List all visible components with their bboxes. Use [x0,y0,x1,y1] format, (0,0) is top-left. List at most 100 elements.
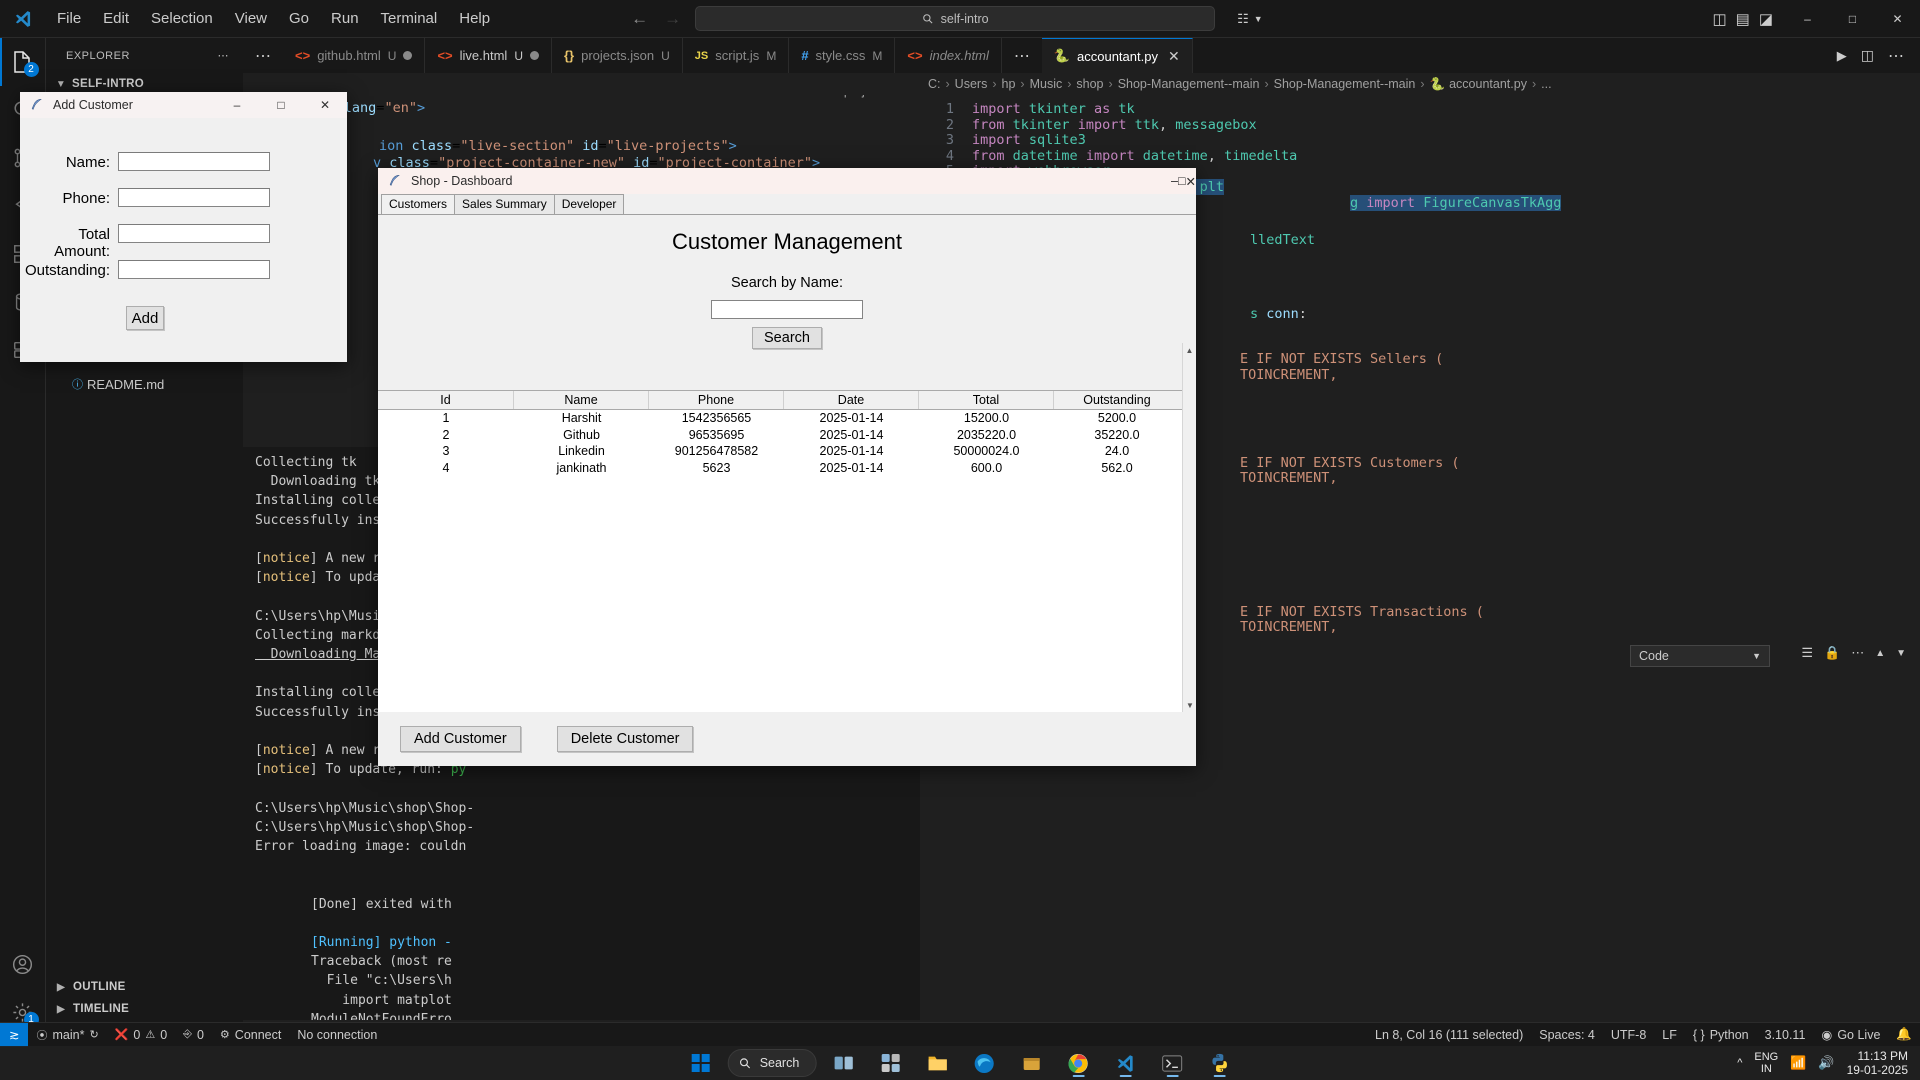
taskbar-clock[interactable]: 11:13 PM 19-01-2025 [1847,1049,1908,1077]
status-language[interactable]: { } Python [1685,1023,1757,1047]
split-editor-icon[interactable]: ◫ [1861,47,1874,64]
shop-dashboard-titlebar[interactable]: Shop - Dashboard – □ ✕ [378,168,1196,194]
close-icon[interactable]: ✕ [1186,174,1196,189]
status-connection[interactable]: No connection [289,1023,385,1047]
status-branch[interactable]: ⦿ main* ↻ [28,1023,106,1047]
customers-table[interactable]: Id Name Phone Date Total Outstanding 1 H… [378,390,1182,712]
chevron-up-icon[interactable]: ▲ [1183,343,1196,357]
arrow-left-icon[interactable]: ← [631,9,648,29]
taskbar-vscode[interactable] [1105,1048,1145,1078]
breadcrumb-item[interactable]: ... [1541,77,1551,91]
code-language-select[interactable]: Code ▼ [1630,645,1770,667]
ellipsis-icon[interactable]: ⋯ [1851,645,1864,661]
column-header-outstanding[interactable]: Outstanding [1054,391,1180,409]
maximize-icon[interactable]: □ [259,92,303,118]
taskbar-python-app[interactable] [1199,1048,1239,1078]
breadcrumb-item[interactable]: Music [1030,77,1063,91]
chevron-down-icon[interactable]: ▼ [1183,698,1197,712]
maximize-icon[interactable]: □ [1178,174,1186,189]
table-row[interactable]: 1 Harshit 1542356565 2025-01-14 15200.0 … [378,410,1182,427]
minimize-icon[interactable]: – [1171,174,1178,189]
status-connect[interactable]: ⚙ Connect [212,1023,289,1047]
status-problems[interactable]: ❌ 0 ⚠ 0 [107,1023,175,1047]
tab-customers[interactable]: Customers [381,194,456,215]
column-header-date[interactable]: Date [784,391,919,409]
window-maximize-button[interactable]: □ [1830,0,1875,38]
wifi-icon[interactable]: 📶 [1790,1055,1806,1071]
outstanding-field[interactable] [118,260,270,279]
ellipsis-icon[interactable]: ⋯ [218,49,230,62]
tab-developer[interactable]: Developer [553,194,625,214]
arrow-right-icon[interactable]: → [664,9,681,29]
sidebar-panel-outline[interactable]: ▶ OUTLINE [46,976,243,998]
add-customer-button[interactable]: Add Customer [400,726,521,752]
close-icon[interactable]: ✕ [303,92,347,118]
menu-terminal[interactable]: Terminal [370,6,449,31]
tab-github-html[interactable]: <> github.html U [283,38,426,73]
status-remote-button[interactable]: ≳ [0,1022,29,1047]
chevron-up-icon[interactable]: ▲ [1875,648,1885,659]
breadcrumb-item[interactable]: Shop-Management--main [1118,77,1260,91]
activitybar-item-explorer[interactable]: 2 [0,38,46,86]
add-customer-titlebar[interactable]: Add Customer – □ ✕ [20,92,347,118]
window-minimize-button[interactable]: – [1785,0,1830,38]
menu-view[interactable]: View [224,6,278,31]
close-icon[interactable]: ✕ [1168,48,1180,65]
status-cursor-position[interactable]: Ln 8, Col 16 (111 selected) [1367,1023,1531,1047]
tab-accountant-py[interactable]: 🐍 accountant.py ✕ [1041,38,1193,73]
menu-selection[interactable]: Selection [140,6,224,31]
taskbar-terminal[interactable] [1152,1048,1192,1078]
taskbar-start-button[interactable] [681,1048,721,1078]
status-go-live[interactable]: ◉ Go Live [1813,1023,1888,1047]
taskbar-task-view[interactable] [823,1048,863,1078]
tabs-overflow-icon-2[interactable]: ⋯ [1002,38,1042,73]
command-search-input[interactable]: self-intro [695,6,1216,31]
menu-go[interactable]: Go [278,6,320,31]
table-row[interactable]: 2 Github 96535695 2025-01-14 2035220.0 3… [378,426,1182,443]
toggle-secondary-sidebar-icon[interactable]: ◪ [1759,10,1773,28]
breadcrumb-item[interactable]: C: [928,77,941,91]
delete-customer-button[interactable]: Delete Customer [556,726,694,752]
breadcrumb-item[interactable]: Users [955,77,988,91]
breadcrumb-item[interactable]: accountant.py [1449,77,1527,91]
list-icon[interactable]: ☰ [1801,645,1813,661]
taskbar-chrome[interactable] [1058,1048,1098,1078]
phone-field[interactable] [118,188,270,207]
volume-icon[interactable]: 🔊 [1818,1055,1834,1071]
table-row[interactable]: 4 jankinath 5623 2025-01-14 600.0 562.0 [378,459,1182,476]
tab-script-js[interactable]: JS script.js M [682,38,790,73]
table-row[interactable]: 3 Linkedin 901256478582 2025-01-14 50000… [378,443,1182,460]
tab-sales-summary[interactable]: Sales Summary [454,194,555,214]
tabs-overflow-icon[interactable]: ⋯ [243,38,283,73]
breadcrumb-item[interactable]: section#live-projects.live-section [603,95,762,98]
chevron-down-icon[interactable]: ▼ [1254,14,1263,24]
breadcrumb-item[interactable]: hp [1002,77,1016,91]
run-icon[interactable]: ▶ [1837,48,1847,64]
table-vertical-scrollbar[interactable]: ▲ ▼ [1182,343,1196,712]
status-eol[interactable]: LF [1654,1023,1685,1047]
shop-dashboard-window[interactable]: Shop - Dashboard – □ ✕ Customers Sales S… [378,168,1196,766]
status-notifications[interactable]: 🔔 [1888,1023,1920,1047]
column-header-id[interactable]: Id [378,391,514,409]
status-indentation[interactable]: Spaces: 4 [1531,1023,1603,1047]
minimize-icon[interactable]: – [215,92,259,118]
status-ports[interactable]: ⎆ 0 [175,1023,212,1047]
total-amount-field[interactable] [118,224,270,243]
menu-edit[interactable]: Edit [92,6,140,31]
tab-style-css[interactable]: # style.css M [789,38,896,73]
chevron-up-icon[interactable]: ^ [1737,1057,1742,1069]
breadcrumb-item[interactable]: div#project-container.proje [790,95,920,98]
breadcrumb-item[interactable]: Shop-Management--main [1274,77,1416,91]
chevron-down-icon[interactable]: ▼ [1896,648,1906,659]
customize-layout-icon[interactable]: ☷ [1237,11,1249,27]
column-header-total[interactable]: Total [919,391,1054,409]
sidebar-panel-timeline[interactable]: ▶ TIMELINE [46,998,243,1020]
search-button[interactable]: Search [752,327,822,349]
menu-file[interactable]: File [46,6,92,31]
name-field[interactable] [118,152,270,171]
tab-index-html[interactable]: <> index.html [895,38,1002,73]
taskbar-widgets[interactable] [870,1048,910,1078]
language-indicator[interactable]: ENG IN [1754,1051,1778,1075]
add-button[interactable]: Add [126,306,164,330]
taskbar-search-box[interactable]: Search [727,1049,817,1077]
